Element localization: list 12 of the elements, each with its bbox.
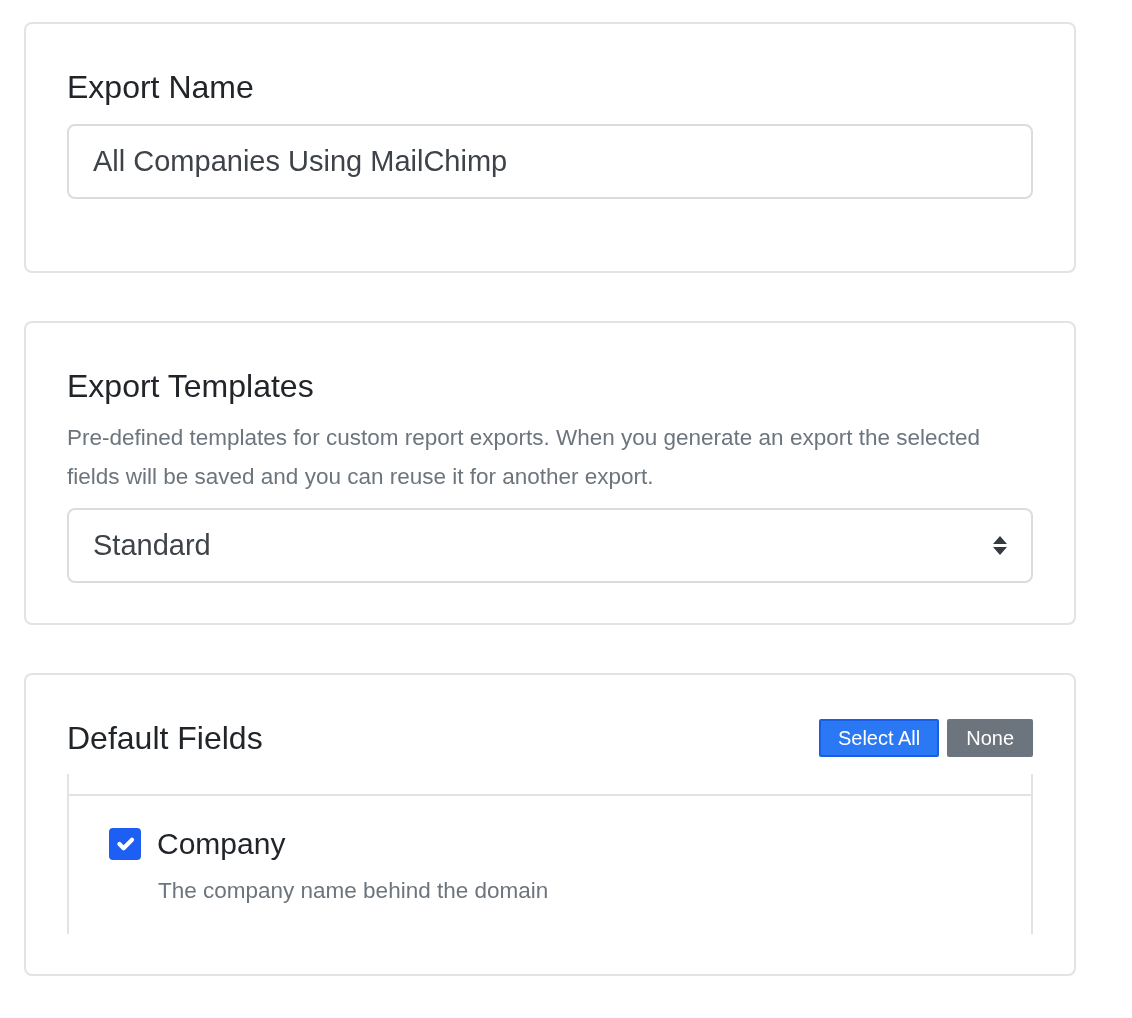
field-description: The company name behind the domain	[158, 877, 550, 905]
select-all-button[interactable]: Select All	[818, 719, 940, 757]
section-description: Pre-defined templates for custom report exports. When you generate an export the selected fields will be saved and you can reuse it for another export.	[67, 424, 981, 491]
template-select[interactable]: Standard	[67, 508, 1033, 583]
section-title: Export Templates	[67, 367, 315, 405]
none-button[interactable]: None	[947, 719, 1033, 757]
field-label: Company	[157, 826, 286, 862]
section-title: Default Fields	[67, 719, 263, 757]
field-checkbox[interactable]	[109, 828, 141, 860]
section-title: Export Name	[67, 68, 255, 106]
sort-arrows-icon	[993, 536, 1007, 555]
export-name-field[interactable]: All Companies Using MailChimp	[67, 124, 1033, 199]
